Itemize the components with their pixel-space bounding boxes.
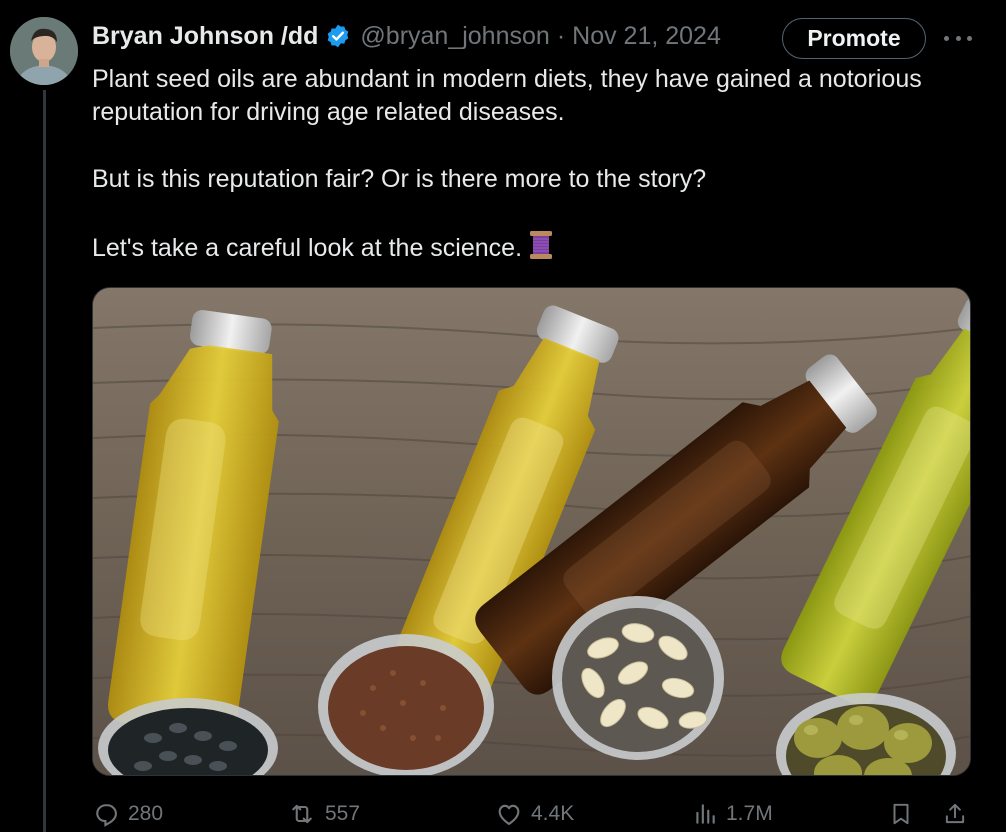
tweet[interactable]: Bryan Johnson /dd @bryan_johnson · Nov 2… bbox=[0, 0, 1006, 832]
tweet-media-image[interactable] bbox=[92, 287, 971, 776]
tweet-paragraph: Let's take a careful look at the science… bbox=[92, 230, 992, 269]
verified-badge-icon[interactable] bbox=[325, 23, 351, 49]
tweet-date[interactable]: Nov 21, 2024 bbox=[572, 22, 721, 51]
reply-count: 280 bbox=[128, 801, 164, 825]
bookmark-button[interactable] bbox=[888, 795, 922, 832]
thread-spool-icon bbox=[528, 230, 554, 269]
tweet-header: Bryan Johnson /dd @bryan_johnson · Nov 2… bbox=[92, 18, 721, 54]
like-count: 4.4K bbox=[531, 801, 575, 825]
tweet-paragraph-text: Let's take a careful look at the science… bbox=[92, 234, 523, 262]
tweet-paragraph: Plant seed oils are abundant in modern d… bbox=[92, 65, 922, 126]
bookmark-icon bbox=[893, 803, 909, 824]
views-count: 1.7M bbox=[726, 801, 773, 825]
avatar[interactable] bbox=[10, 17, 78, 85]
share-icon bbox=[945, 803, 965, 823]
like-button[interactable]: 4.4K bbox=[495, 795, 574, 832]
like-icon bbox=[498, 804, 520, 825]
tweet-paragraph: But is this reputation fair? Or is there… bbox=[92, 165, 707, 193]
author-handle[interactable]: @bryan_johnson bbox=[360, 22, 549, 51]
repost-count: 557 bbox=[325, 801, 361, 825]
views-button[interactable]: 1.7M bbox=[692, 795, 773, 832]
repost-icon bbox=[292, 804, 312, 823]
tweet-text: Plant seed oils are abundant in modern d… bbox=[92, 63, 992, 269]
author-display-name[interactable]: Bryan Johnson /dd bbox=[92, 22, 318, 51]
repost-button[interactable]: 557 bbox=[287, 795, 360, 832]
thread-connector-line bbox=[43, 90, 46, 832]
share-button[interactable] bbox=[942, 795, 976, 832]
views-icon bbox=[696, 803, 715, 824]
reply-button[interactable]: 280 bbox=[92, 795, 163, 832]
header-separator: · bbox=[556, 21, 566, 50]
reply-icon bbox=[96, 803, 117, 827]
tweet-actions-bar: 280 557 4.4K 1.7M bbox=[92, 795, 992, 832]
more-icon[interactable] bbox=[944, 30, 972, 46]
promote-button[interactable]: Promote bbox=[782, 18, 926, 59]
